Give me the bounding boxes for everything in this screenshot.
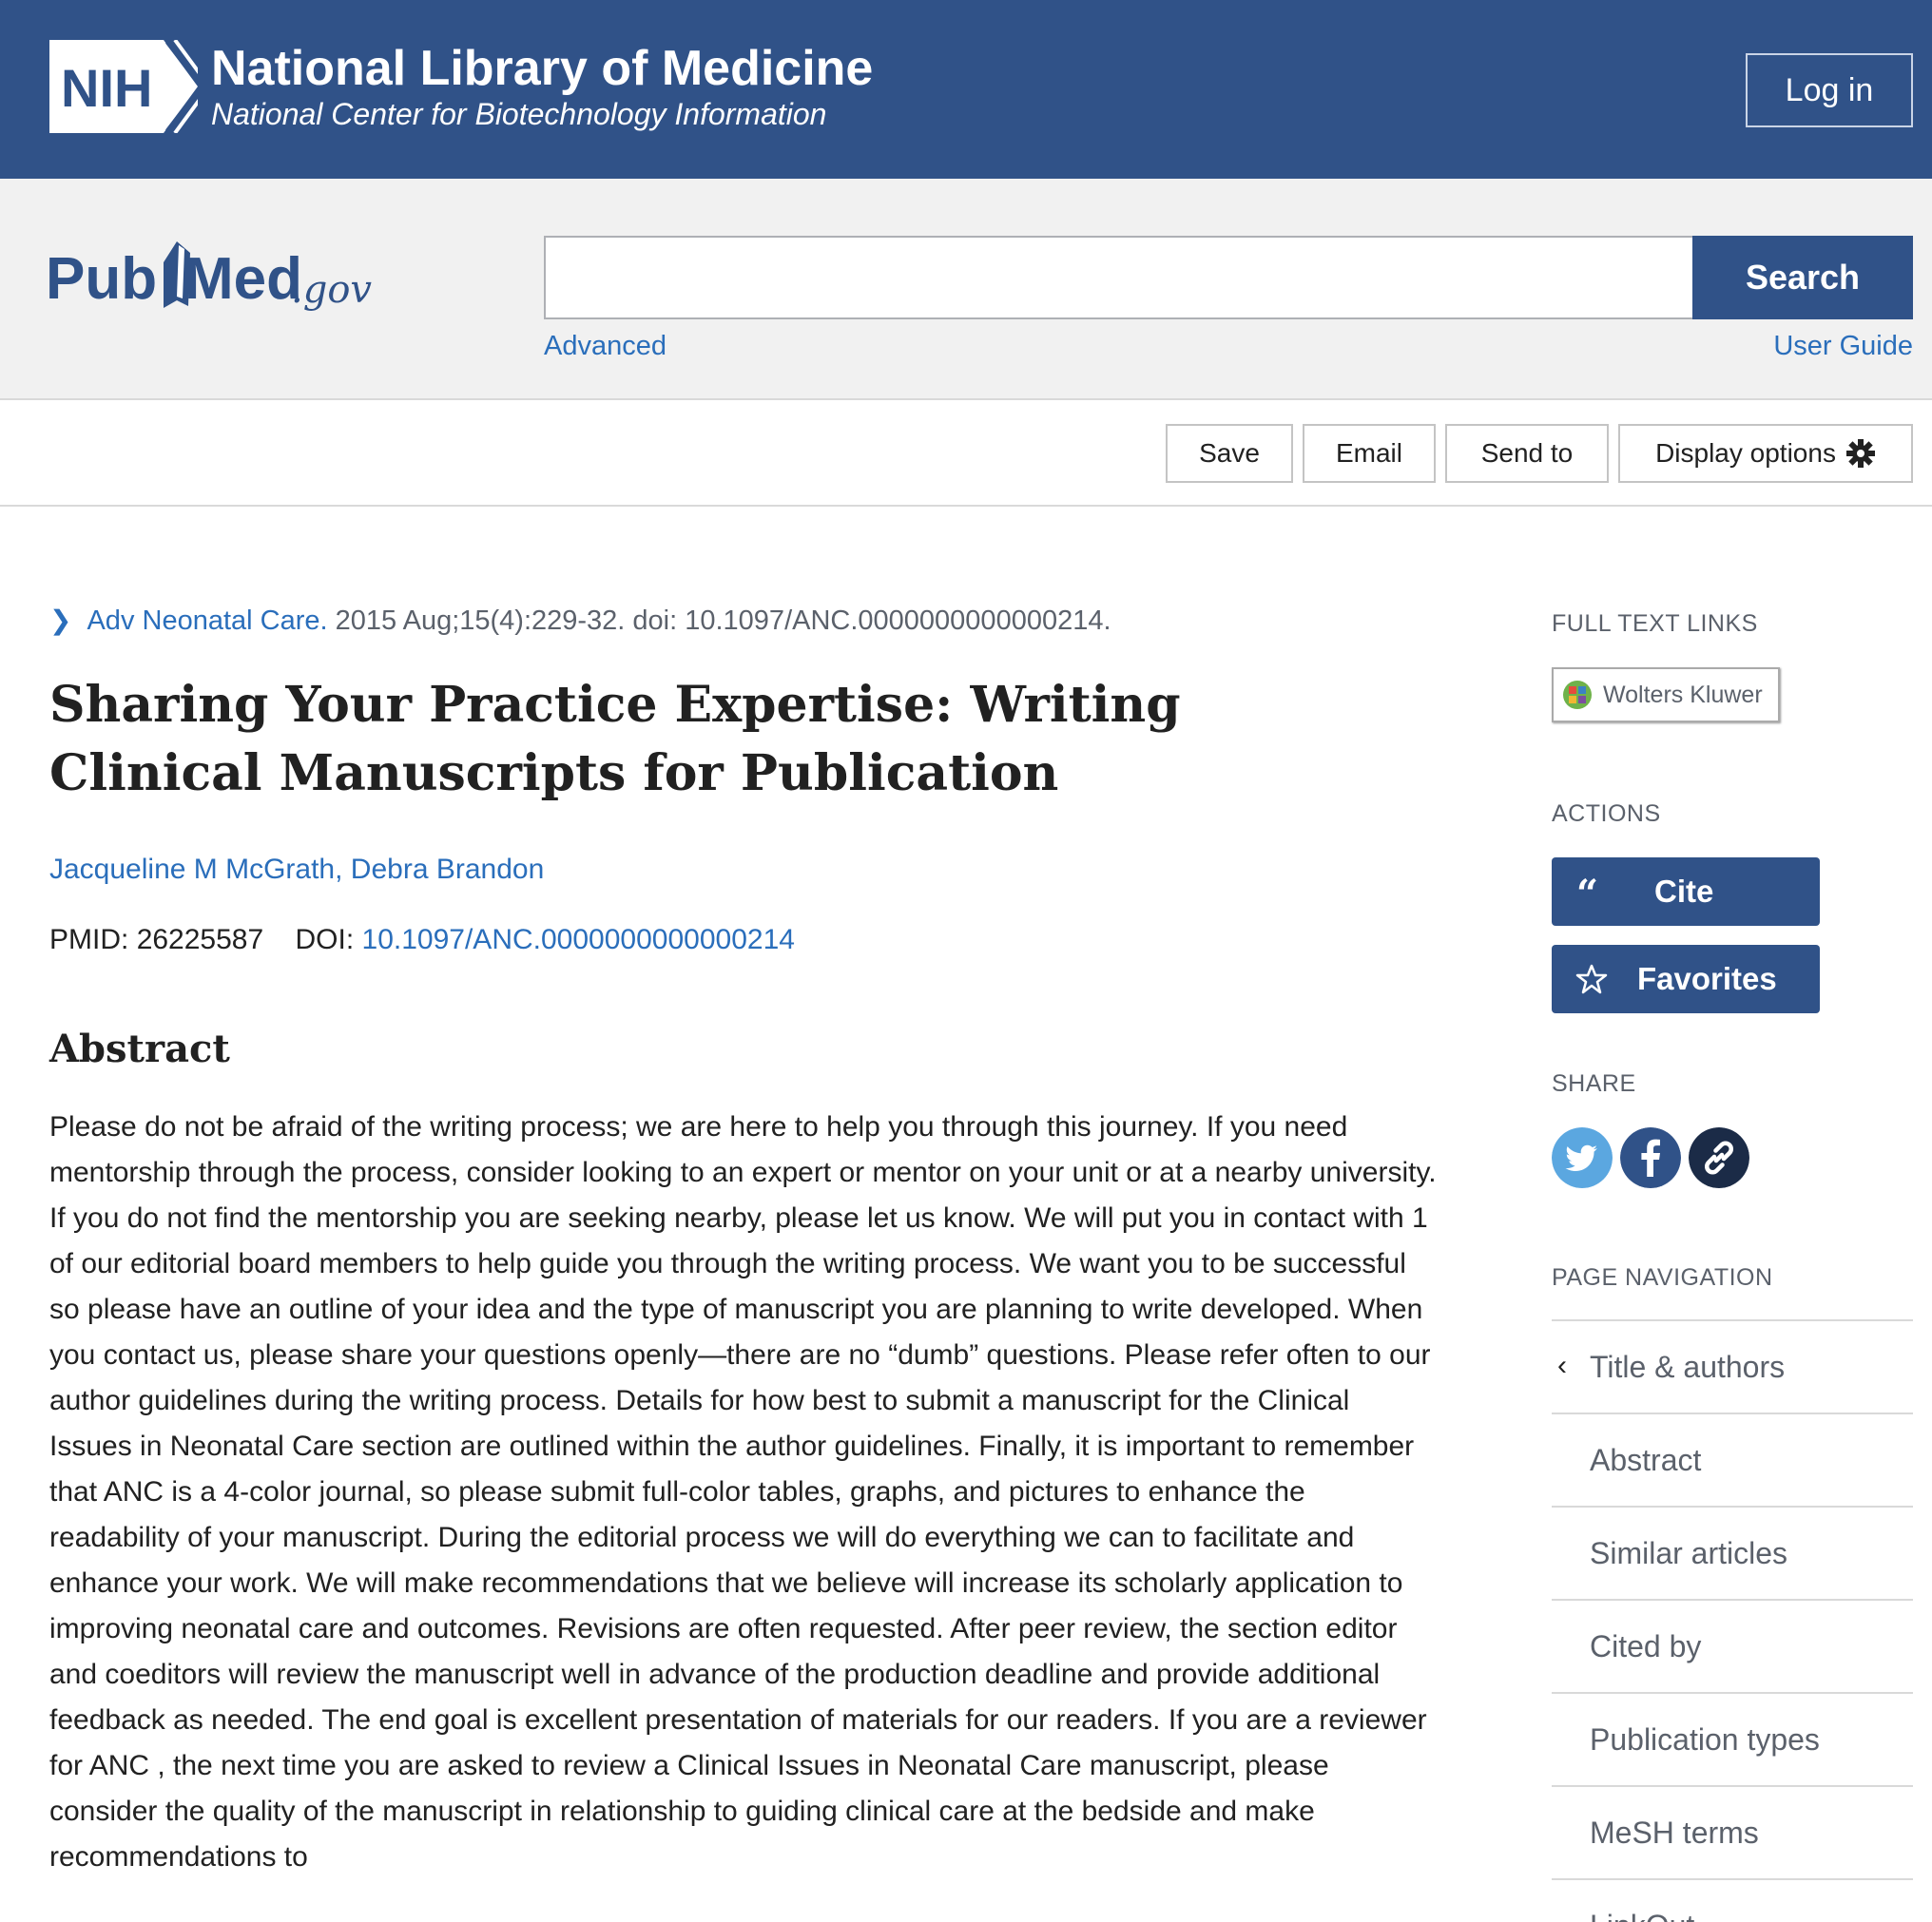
pmid-label: PMID: — [49, 924, 129, 955]
link-icon[interactable] — [1689, 1127, 1749, 1188]
page-navigation-label: PAGE NAVIGATION — [1552, 1264, 1773, 1291]
citation-line: ❯ Adv Neonatal Care. 2015 Aug;15(4):229-3… — [49, 605, 1111, 637]
author-link[interactable]: Jacqueline M McGrath — [49, 854, 335, 885]
doi-label: DOI: — [295, 924, 355, 955]
nav-label: Abstract — [1590, 1443, 1702, 1477]
nav-mesh-terms[interactable]: MeSH terms — [1552, 1785, 1913, 1878]
twitter-icon[interactable] — [1552, 1127, 1613, 1188]
chevron-right-icon[interactable]: ❯ — [49, 605, 71, 635]
page-navigation: ‹ Title & authors Abstract Similar artic… — [1552, 1319, 1913, 1922]
author-list: Jacqueline M McGrath, Debra Brandon — [49, 854, 545, 885]
wolters-kluwer-link[interactable]: Wolters Kluwer — [1552, 667, 1780, 722]
svg-text:Med: Med — [184, 246, 302, 312]
article-title: Sharing Your Practice Expertise: Writing… — [49, 676, 1181, 802]
nav-label: Similar articles — [1590, 1536, 1788, 1570]
abstract-text: Please do not be afraid of the writing p… — [49, 1111, 1437, 1873]
svg-text:“: “ — [1576, 875, 1598, 909]
chevron-left-icon: ‹ — [1557, 1350, 1567, 1381]
citation-details: 2015 Aug;15(4):229-32. doi: 10.1097/ANC.… — [335, 605, 1111, 636]
email-button[interactable]: Email — [1303, 424, 1436, 483]
wolters-kluwer-label: Wolters Kluwer — [1603, 681, 1763, 708]
nav-label: Publication types — [1590, 1722, 1820, 1757]
nav-title-authors[interactable]: ‹ Title & authors — [1552, 1319, 1913, 1413]
save-label: Save — [1199, 438, 1260, 468]
display-options-button[interactable]: Display options — [1618, 424, 1913, 483]
nih-subtitle: National Center for Biotechnology Inform… — [211, 97, 827, 131]
article-identifiers: PMID: 26225587 DOI: 10.1097/ANC.00000000… — [49, 924, 795, 956]
star-icon — [1575, 964, 1608, 994]
display-options-label: Display options — [1655, 438, 1836, 468]
pmid-value: 26225587 — [136, 924, 264, 955]
user-guide-link[interactable]: User Guide — [1773, 331, 1913, 362]
full-text-links-label: FULL TEXT LINKS — [1552, 610, 1758, 637]
nav-label: MeSH terms — [1590, 1816, 1759, 1850]
search-button[interactable]: Search — [1692, 236, 1913, 319]
author-link[interactable]: Debra Brandon — [351, 854, 544, 885]
pubmed-logo[interactable]: Pub Med .gov — [46, 224, 407, 329]
facebook-icon[interactable] — [1620, 1127, 1681, 1188]
journal-link[interactable]: Adv Neonatal Care. — [87, 605, 327, 636]
nav-publication-types[interactable]: Publication types — [1552, 1692, 1913, 1785]
nih-logo-text: NIH — [61, 58, 152, 118]
doi-link[interactable]: 10.1097/ANC.0000000000000214 — [362, 924, 795, 955]
nav-label: LinkOut — [1590, 1909, 1694, 1922]
share-label: SHARE — [1552, 1070, 1636, 1097]
nav-label: Title & authors — [1590, 1350, 1786, 1384]
email-label: Email — [1335, 438, 1402, 468]
nav-abstract[interactable]: Abstract — [1552, 1413, 1913, 1506]
advanced-search-link[interactable]: Advanced — [544, 331, 667, 362]
article-toolbar: Save Email Send to Display options — [0, 400, 1932, 507]
send-to-button[interactable]: Send to — [1445, 424, 1609, 483]
quote-icon: “ — [1576, 875, 1598, 909]
svg-text:.gov: .gov — [291, 268, 372, 312]
favorites-label: Favorites — [1637, 961, 1777, 996]
search-band: Pub Med .gov Search Advanced User Guide — [0, 179, 1932, 400]
gear-icon — [1845, 439, 1875, 468]
save-button[interactable]: Save — [1166, 424, 1293, 483]
abstract-heading: Abstract — [49, 1027, 230, 1071]
nav-cited-by[interactable]: Cited by — [1552, 1599, 1913, 1692]
nih-logo[interactable]: NIH — [49, 40, 198, 133]
nih-header: NIH National Library of Medicine Nationa… — [0, 0, 1932, 179]
login-button[interactable]: Log in — [1746, 53, 1913, 127]
wolters-kluwer-logo-icon — [1563, 681, 1592, 709]
cite-button[interactable]: “ Cite — [1552, 857, 1820, 926]
nih-title[interactable]: National Library of Medicine — [211, 40, 873, 97]
favorites-button[interactable]: Favorites — [1552, 945, 1820, 1013]
svg-text:Pub: Pub — [46, 246, 157, 312]
nav-similar-articles[interactable]: Similar articles — [1552, 1506, 1913, 1599]
send-to-label: Send to — [1480, 438, 1574, 468]
actions-label: ACTIONS — [1552, 800, 1661, 827]
nav-linkout[interactable]: LinkOut — [1552, 1878, 1913, 1922]
nav-label: Cited by — [1590, 1629, 1702, 1663]
search-input[interactable] — [544, 236, 1694, 319]
cite-label: Cite — [1654, 874, 1714, 909]
